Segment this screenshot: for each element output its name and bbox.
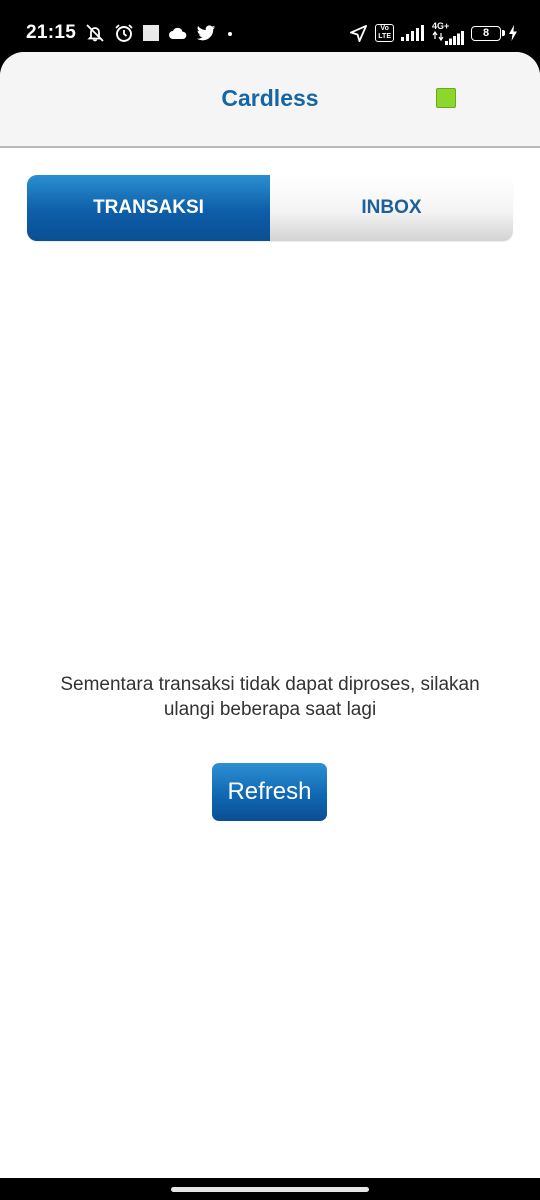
app-sheet: Cardless TRANSAKSI INBOX Sementara trans… xyxy=(0,52,540,1178)
home-indicator[interactable] xyxy=(171,1187,369,1192)
mute-vibrate-icon xyxy=(84,23,106,43)
dot-icon xyxy=(224,27,236,39)
signal-4g-icon: 4G+ xyxy=(432,20,464,45)
battery-icon: 8 xyxy=(471,25,505,41)
volte-label-top: Vo xyxy=(380,25,389,32)
phone-screen: 21:15 Vo LTE 4G+ 8 Cardless TRANSAKSI IN… xyxy=(0,0,540,1200)
volte-icon: Vo LTE xyxy=(375,24,394,42)
tab-bar: TRANSAKSI INBOX xyxy=(27,175,513,241)
status-bar-right: Vo LTE 4G+ 8 xyxy=(349,20,518,46)
error-message: Sementara transaksi tidak dapat diproses… xyxy=(60,674,480,720)
location-arrow-icon xyxy=(349,24,368,43)
square-notification-icon xyxy=(142,24,160,42)
signal-icon xyxy=(401,25,425,41)
app-header: Cardless xyxy=(0,52,540,148)
status-time: 21:15 xyxy=(26,22,77,43)
charging-icon xyxy=(508,25,518,41)
volte-label-bottom: LTE xyxy=(378,33,391,40)
twitter-icon xyxy=(196,24,216,42)
status-bar-left: 21:15 xyxy=(26,20,236,46)
status-indicator xyxy=(436,88,456,108)
tab-inbox[interactable]: INBOX xyxy=(270,175,513,241)
navigation-bar xyxy=(0,1178,540,1200)
page-title: Cardless xyxy=(221,85,319,111)
cloud-icon xyxy=(168,26,188,40)
alarm-icon xyxy=(114,23,134,43)
tab-transaksi[interactable]: TRANSAKSI xyxy=(27,175,270,241)
refresh-button[interactable]: Refresh xyxy=(212,763,327,821)
status-bar: 21:15 Vo LTE 4G+ 8 xyxy=(0,0,540,52)
network-type-label: 4G+ xyxy=(432,20,450,31)
battery-level: 8 xyxy=(482,27,490,39)
